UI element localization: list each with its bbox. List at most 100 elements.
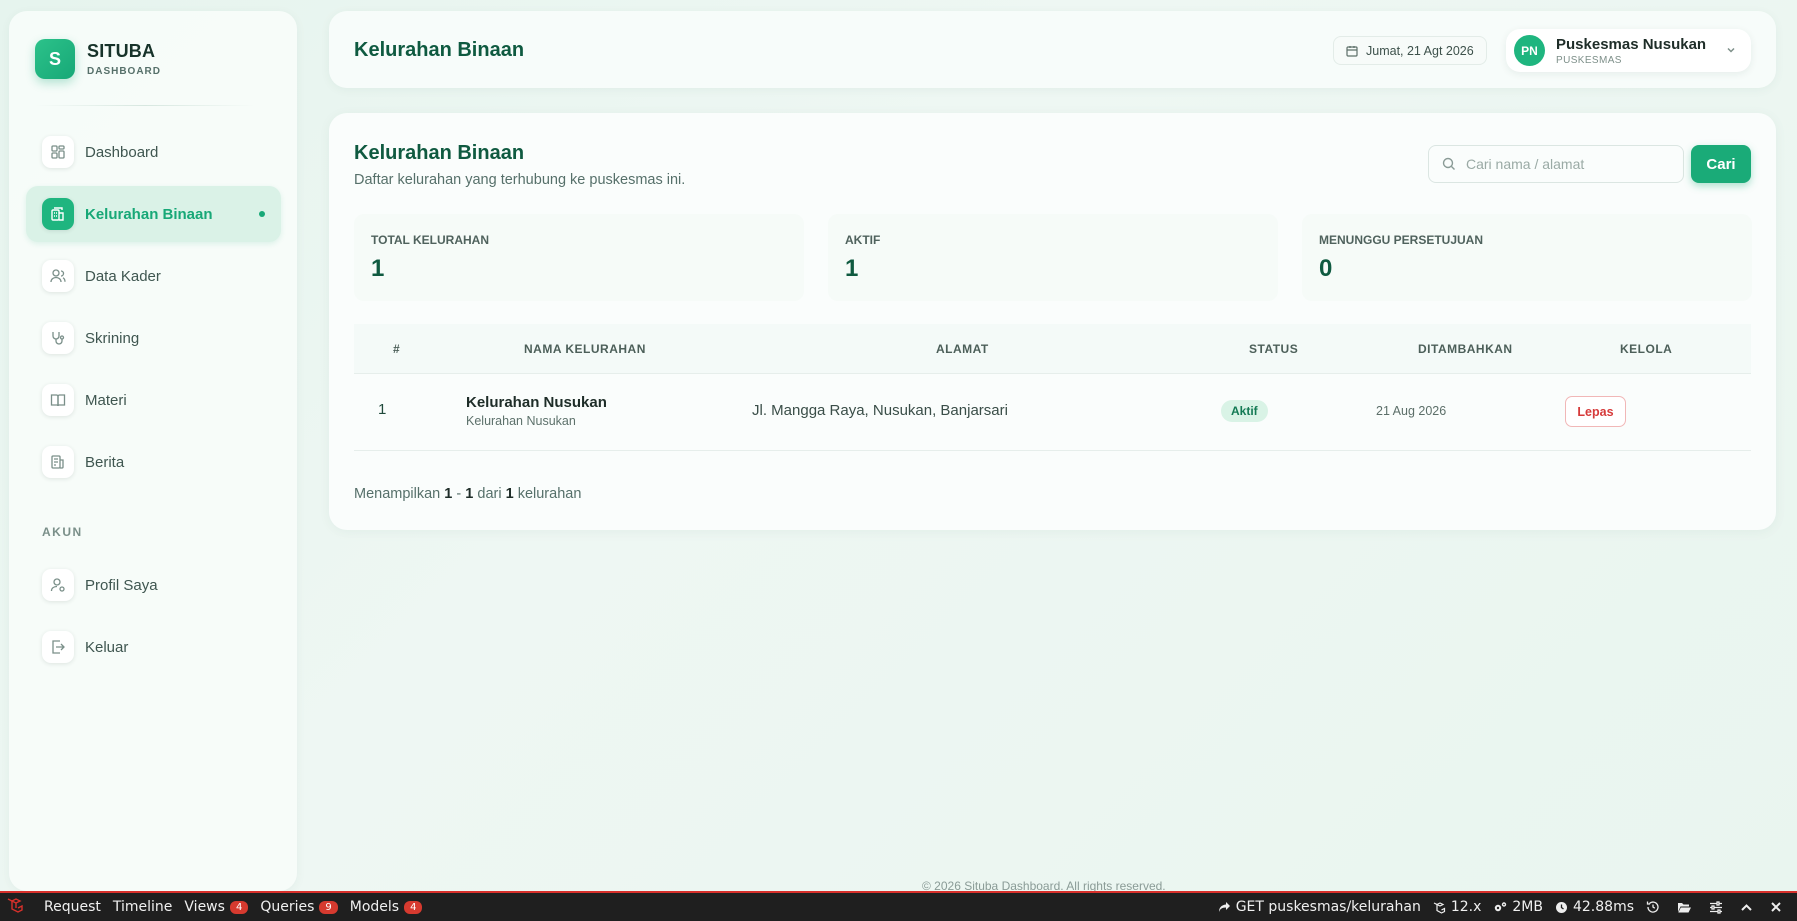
- search-icon: [1442, 157, 1455, 170]
- sidebar-item-keluar[interactable]: Keluar: [26, 619, 281, 675]
- section-title: Kelurahan Binaan: [354, 142, 525, 164]
- stat-total-kelurahan: TOTAL KELURAHAN 1: [354, 214, 804, 301]
- share-icon: [1218, 901, 1230, 912]
- kelurahan-subname: Kelurahan Nusukan: [466, 414, 576, 428]
- debug-tab-queries[interactable]: Queries 9: [254, 893, 343, 921]
- debug-memory[interactable]: 2MB: [1493, 899, 1543, 915]
- search-button[interactable]: Cari: [1691, 145, 1751, 183]
- debug-tab-models[interactable]: Models 4: [344, 893, 429, 921]
- pagination-info: Menampilkan 1 - 1 dari 1 kelurahan: [354, 486, 581, 502]
- user-menu[interactable]: PN Puskesmas Nusukan PUSKESMAS: [1506, 29, 1751, 72]
- table-header: # NAMA KELURAHAN ALAMAT STATUS DITAMBAHK…: [354, 324, 1751, 374]
- sidebar-item-dashboard[interactable]: Dashboard: [26, 124, 281, 180]
- sidebar-item-label: Dashboard: [85, 143, 159, 161]
- user-settings-icon: [42, 569, 74, 601]
- status-badge: Aktif: [1221, 400, 1268, 422]
- calendar-icon: [1346, 45, 1358, 57]
- sidebar: S SITUBA DASHBOARD Dashboard Kelurahan B…: [9, 11, 297, 891]
- brand-subtitle: DASHBOARD: [87, 66, 161, 77]
- debugbar: Request Timeline Views 4 Queries 9 Models 4…: [0, 891, 1797, 921]
- search-box: [1428, 145, 1684, 183]
- debug-tab-label: Request: [44, 899, 101, 915]
- page-title: Kelurahan Binaan: [354, 39, 525, 61]
- sidebar-item-kelurahan-binaan[interactable]: Kelurahan Binaan: [26, 186, 281, 242]
- history-icon[interactable]: [1646, 900, 1665, 914]
- section-subtitle: Daftar kelurahan yang terhubung ke puske…: [354, 172, 686, 188]
- sidebar-item-materi[interactable]: Materi: [26, 372, 281, 428]
- column-header-alamat: ALAMAT: [936, 342, 989, 356]
- stat-label: TOTAL KELURAHAN: [371, 233, 489, 247]
- sidebar-item-label: Berita: [85, 453, 125, 471]
- laravel-icon: [1433, 901, 1445, 914]
- sidebar-item-berita[interactable]: Berita: [26, 434, 281, 490]
- debug-time-text: 42.88ms: [1572, 899, 1634, 915]
- debug-version[interactable]: 12.x: [1433, 899, 1482, 915]
- debug-tab-views[interactable]: Views 4: [178, 893, 254, 921]
- column-header-kelola: KELOLA: [1620, 342, 1673, 356]
- folder-open-icon[interactable]: [1677, 901, 1697, 914]
- grid-icon: [42, 136, 74, 168]
- sidebar-account-nav: Profil Saya Keluar: [26, 557, 281, 681]
- column-header-number: #: [393, 342, 401, 356]
- stat-value: 1: [371, 255, 385, 282]
- users-icon: [42, 260, 74, 292]
- debug-route-text: GET puskesmas/kelurahan: [1235, 899, 1421, 915]
- pagination-total: 1: [505, 486, 514, 502]
- sidebar-item-label: Keluar: [85, 638, 129, 656]
- debug-badge: 4: [404, 900, 423, 914]
- date-display: Jumat, 21 Agt 2026: [1333, 36, 1487, 65]
- pagination-prefix: Menampilkan: [354, 486, 441, 502]
- sidebar-item-skrining[interactable]: Skrining: [26, 310, 281, 366]
- sidebar-item-label: Kelurahan Binaan: [85, 205, 213, 223]
- laravel-logo-icon[interactable]: [6, 896, 24, 918]
- stat-aktif: AKTIF 1: [828, 214, 1278, 301]
- debug-tab-request[interactable]: Request: [38, 893, 107, 921]
- active-indicator-dot: [259, 211, 265, 217]
- user-name: Puskesmas Nusukan: [1556, 35, 1707, 53]
- stat-menunggu-persetujuan: MENUNGGU PERSETUJUAN 0: [1302, 214, 1752, 301]
- lepas-button[interactable]: Lepas: [1565, 396, 1626, 427]
- kelurahan-name: Kelurahan Nusukan: [466, 394, 607, 411]
- stat-label: MENUNGGU PERSETUJUAN: [1319, 233, 1484, 247]
- debug-memory-text: 2MB: [1512, 899, 1543, 915]
- debug-route[interactable]: GET puskesmas/kelurahan: [1218, 899, 1421, 915]
- sidebar-item-data-kader[interactable]: Data Kader: [26, 248, 281, 304]
- pagination-to: 1: [465, 486, 474, 502]
- sidebar-section-account: AKUN: [42, 525, 83, 539]
- debug-tab-label: Views: [184, 899, 225, 915]
- topbar: Kelurahan Binaan Jumat, 21 Agt 2026 PN P…: [329, 11, 1776, 88]
- stat-value: 0: [1319, 255, 1333, 282]
- table-row: 1 Kelurahan Nusukan Kelurahan Nusukan Jl…: [354, 375, 1751, 451]
- stethoscope-icon: [42, 322, 74, 354]
- settings-sliders-icon[interactable]: [1709, 900, 1728, 914]
- pagination-of: dari: [477, 486, 502, 502]
- chevron-down-icon[interactable]: [1725, 44, 1737, 56]
- news-icon: [42, 446, 74, 478]
- stat-value: 1: [845, 255, 859, 282]
- kelurahan-card: Kelurahan Binaan Daftar kelurahan yang t…: [329, 113, 1776, 530]
- column-header-ditambahkan: DITAMBAHKAN: [1418, 342, 1513, 356]
- building-icon: [42, 198, 74, 230]
- sidebar-item-label: Profil Saya: [85, 576, 158, 594]
- sidebar-item-label: Skrining: [85, 329, 140, 347]
- debug-tab-timeline[interactable]: Timeline: [107, 893, 179, 921]
- sidebar-item-profil-saya[interactable]: Profil Saya: [26, 557, 281, 613]
- search-input[interactable]: [1466, 156, 1666, 172]
- pagination-sep: -: [456, 486, 462, 502]
- close-icon[interactable]: [1770, 901, 1787, 913]
- user-role: PUSKESMAS: [1556, 54, 1622, 66]
- row-date: 21 Aug 2026: [1376, 404, 1447, 418]
- debug-tab-label: Timeline: [112, 899, 173, 915]
- pagination-from: 1: [444, 486, 453, 502]
- brand-divider: [35, 105, 255, 106]
- debug-time[interactable]: 42.88ms: [1555, 899, 1634, 915]
- brand[interactable]: S SITUBA DASHBOARD: [35, 39, 161, 79]
- logout-icon: [42, 631, 74, 663]
- brand-name: SITUBA: [87, 41, 156, 61]
- debug-version-text: 12.x: [1450, 899, 1482, 915]
- debug-badge: 9: [319, 900, 338, 914]
- row-number: 1: [378, 401, 387, 418]
- sidebar-item-label: Materi: [85, 391, 127, 409]
- chevron-up-icon[interactable]: [1740, 901, 1758, 914]
- debug-tab-label: Models: [349, 899, 400, 915]
